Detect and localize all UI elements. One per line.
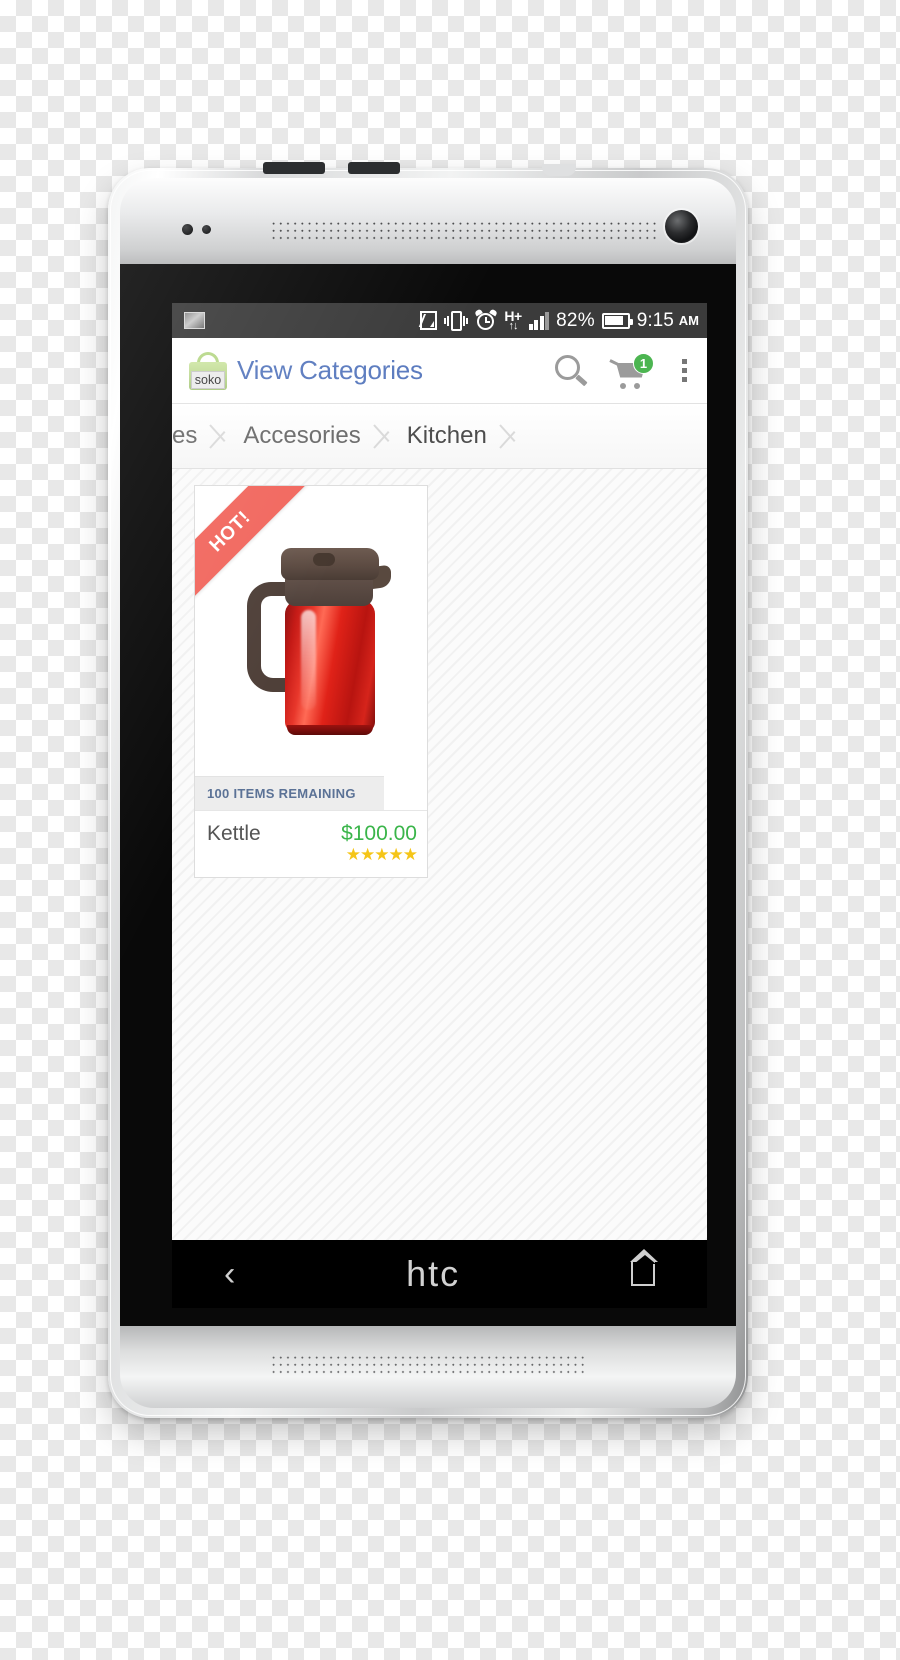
status-bar-system-icons: H+ ↑↓ 82% 9:15 AM	[420, 308, 699, 332]
view-categories-button[interactable]: soko View Categories	[188, 351, 423, 390]
product-price-label: $100.00	[341, 822, 417, 845]
android-status-bar: H+ ↑↓ 82% 9:15 AM	[172, 303, 707, 338]
clock-label: 9:15	[636, 309, 674, 331]
breadcrumb-item-0[interactable]: es	[172, 422, 203, 450]
phone-bottom-bezel	[120, 1326, 736, 1408]
front-camera-icon	[665, 210, 698, 243]
breadcrumb: es Accesories Kitchen	[172, 404, 707, 469]
shopping-cart-button[interactable]: 1	[609, 352, 654, 389]
battery-percent-label: 82%	[556, 309, 595, 331]
red-thermos-kettle-icon	[247, 548, 391, 735]
back-chevron-icon[interactable]: ‹	[224, 1257, 235, 1291]
phone-device: H+ ↑↓ 82% 9:15 AM soko View Categories 1…	[108, 162, 748, 1418]
breadcrumb-item-1[interactable]: Accesories	[237, 422, 366, 450]
nfc-icon	[420, 311, 438, 330]
chevron-right-icon	[203, 404, 237, 468]
chevron-right-icon	[493, 404, 527, 468]
clock-ampm-label: AM	[678, 313, 699, 328]
earpiece-speaker-grille	[270, 220, 660, 242]
proximity-sensor-icon	[182, 224, 211, 235]
search-icon[interactable]	[554, 354, 588, 388]
header-actions: 1	[554, 352, 693, 389]
headphone-jack	[348, 162, 400, 174]
product-rating-stars: ★★★★★	[345, 845, 418, 865]
product-image-area: HOT!	[195, 486, 427, 776]
power-button[interactable]	[263, 162, 325, 174]
hsdpa-plus-icon: H+ ↑↓	[504, 309, 522, 332]
product-card[interactable]: HOT! 100 ITEMS REMAINING Kettle $100.00 …	[194, 485, 428, 879]
alarm-icon	[474, 308, 499, 331]
product-card-footer: Kettle $100.00 ★★★★★	[195, 810, 427, 877]
phone-top-bezel	[120, 178, 736, 270]
breadcrumb-item-2[interactable]: Kitchen	[401, 422, 493, 450]
app-header: soko View Categories 1	[172, 338, 707, 404]
soko-bag-logo-icon: soko	[188, 351, 228, 390]
overflow-menu-icon[interactable]	[676, 357, 693, 384]
product-price-rating: $100.00 ★★★★★	[341, 822, 418, 865]
antenna-notch	[542, 164, 576, 176]
screenshot-icon	[184, 312, 205, 329]
view-categories-label: View Categories	[237, 355, 423, 385]
htc-brand-logo: htc	[406, 1253, 461, 1294]
htc-navigation-bar: ‹ htc	[172, 1240, 707, 1308]
home-icon[interactable]	[630, 1249, 659, 1286]
hsdpa-arrows: ↑↓	[508, 320, 519, 332]
status-bar-notifications	[184, 312, 205, 329]
stock-badge: 100 ITEMS REMAINING	[195, 776, 384, 810]
battery-icon	[601, 312, 633, 329]
product-grid: HOT! 100 ITEMS REMAINING Kettle $100.00 …	[172, 469, 707, 1240]
product-name-label: Kettle	[207, 822, 261, 845]
vibrate-icon	[444, 310, 469, 331]
soko-logo-label: soko	[191, 370, 225, 389]
phone-glass-front: H+ ↑↓ 82% 9:15 AM soko View Categories 1…	[120, 264, 736, 1326]
chevron-right-icon	[367, 404, 401, 468]
bottom-speaker-grille	[270, 1354, 586, 1376]
phone-screen[interactable]: H+ ↑↓ 82% 9:15 AM soko View Categories 1…	[172, 303, 707, 1240]
phone-chassis: H+ ↑↓ 82% 9:15 AM soko View Categories 1…	[108, 168, 748, 1418]
signal-bars-icon	[528, 311, 550, 330]
cart-count-badge: 1	[633, 352, 654, 374]
